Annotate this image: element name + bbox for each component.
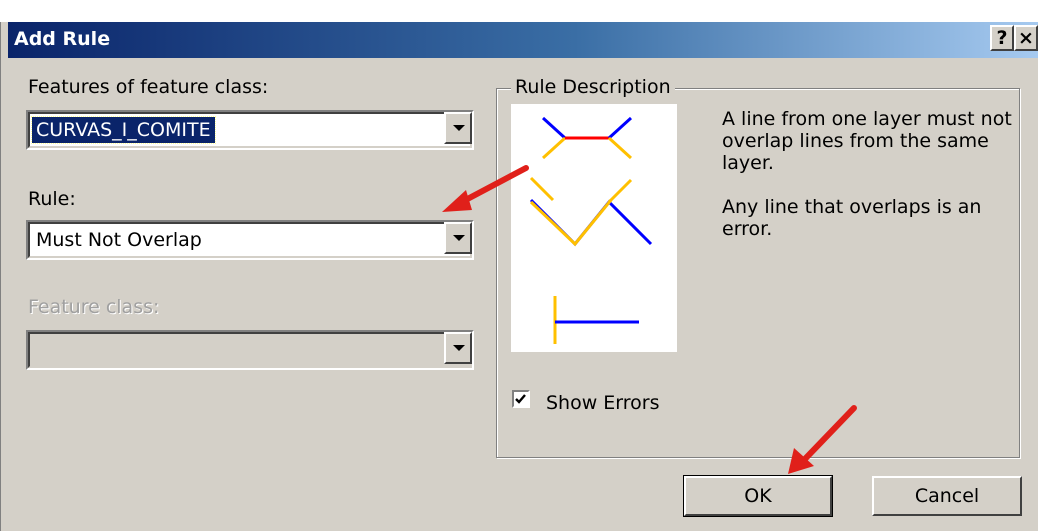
- ok-button[interactable]: OK: [683, 475, 833, 517]
- close-button[interactable]: ×: [1014, 25, 1038, 51]
- red-arrow-icon: [788, 405, 857, 474]
- red-arrow-icon: [442, 165, 529, 212]
- rule-dropdown[interactable]: Must Not Overlap: [26, 220, 474, 260]
- features-label: Features of feature class:: [28, 76, 269, 98]
- cancel-button[interactable]: Cancel: [872, 476, 1022, 516]
- title-bar[interactable]: Add Rule ? ×: [8, 22, 1038, 58]
- rule-description-text: A line from one layer must not overlap l…: [722, 108, 1012, 240]
- screen-background: [0, 0, 1038, 22]
- rule-description-paragraph-1: A line from one layer must not overlap l…: [722, 108, 1012, 174]
- line-yellow-icon: [607, 178, 633, 204]
- window-left-border: [0, 22, 8, 531]
- line-yellow-icon: [529, 199, 613, 247]
- line-blue-icon: [607, 116, 633, 140]
- feature-class-dropdown: [26, 330, 474, 370]
- rule-description-paragraph-2: Any line that overlaps is an error.: [722, 196, 982, 240]
- dialog-title: Add Rule: [14, 28, 111, 50]
- line-blue-icon: [541, 116, 567, 140]
- feature-class-dropdown-value: [32, 337, 40, 363]
- show-errors-checkbox[interactable]: [512, 390, 530, 408]
- show-errors-label[interactable]: Show Errors: [546, 392, 660, 414]
- rule-diagram: [511, 104, 677, 352]
- chevron-down-icon[interactable]: [444, 222, 472, 254]
- chevron-down-icon[interactable]: [444, 112, 472, 144]
- feature-class-label: Feature class:: [28, 296, 160, 318]
- checkmark-icon: [515, 394, 526, 404]
- rule-diagram-illustration: [529, 116, 653, 344]
- line-yellow-icon: [541, 136, 567, 160]
- features-dropdown-value: CURVAS_I_COMITE: [31, 116, 216, 144]
- features-dropdown[interactable]: CURVAS_I_COMITE: [26, 110, 474, 150]
- line-yellow-icon: [607, 136, 633, 160]
- rule-label: Rule:: [28, 188, 76, 210]
- help-button[interactable]: ?: [990, 25, 1014, 51]
- chevron-down-icon: [444, 332, 472, 364]
- line-blue-icon: [529, 198, 653, 247]
- rule-description-legend: Rule Description: [511, 76, 675, 98]
- rule-dropdown-value: Must Not Overlap: [36, 229, 202, 251]
